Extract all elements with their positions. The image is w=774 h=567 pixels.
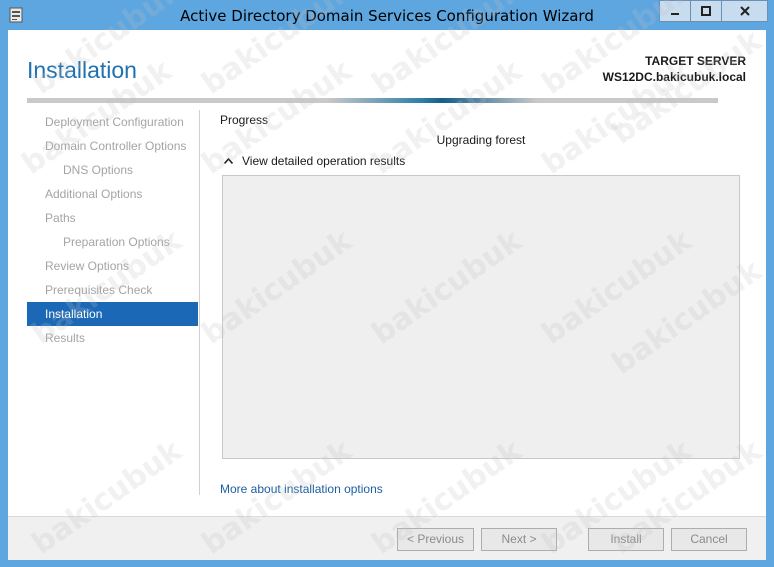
next-button[interactable]: Next > [481, 528, 557, 551]
nav-item-review-options: Review Options [45, 259, 130, 273]
nav-item-paths: Paths [45, 211, 76, 225]
chevron-up-icon [224, 158, 233, 164]
minimize-icon [671, 13, 679, 15]
nav-separator [199, 110, 200, 495]
details-expander-label: View detailed operation results [242, 154, 406, 168]
nav-item-additional-options: Additional Options [45, 187, 143, 201]
maximize-icon [701, 6, 711, 16]
page-title: Installation [27, 57, 137, 83]
close-icon [739, 6, 750, 16]
window-title: Active Directory Domain Services Configu… [180, 7, 594, 25]
nav-item-dns-options: DNS Options [63, 163, 134, 177]
progress-status: Upgrading forest [436, 133, 526, 147]
minimize-button[interactable] [659, 0, 691, 22]
previous-button[interactable]: < Previous [397, 528, 474, 551]
wizard-window: Active Directory Domain Services Configu… [0, 0, 774, 567]
progress-divider [27, 98, 718, 103]
more-installation-options-link[interactable]: More about installation options [220, 482, 383, 496]
progress-glow [327, 98, 537, 103]
operation-results-box[interactable] [222, 175, 740, 459]
title-bar[interactable]: Active Directory Domain Services Configu… [0, 0, 774, 30]
wizard-content: Installation TARGET SERVER WS12DC.bakicu… [8, 30, 766, 560]
wizard-nav: Deployment Configuration Domain Controll… [27, 110, 198, 350]
wizard-footer: < Previous Next > Install Cancel [8, 516, 766, 560]
nav-item-domain-controller-options: Domain Controller Options [45, 139, 187, 153]
nav-item-deployment-configuration: Deployment Configuration [45, 115, 184, 129]
target-server-info: TARGET SERVER WS12DC.bakicubuk.local [603, 53, 746, 85]
maximize-button[interactable] [690, 0, 722, 22]
cancel-button[interactable]: Cancel [671, 528, 747, 551]
details-expander[interactable]: View detailed operation results [224, 154, 405, 168]
nav-item-installation[interactable]: Installation [27, 302, 198, 326]
nav-item-prerequisites-check: Prerequisites Check [45, 283, 153, 297]
progress-heading: Progress [220, 113, 269, 127]
target-server-name: WS12DC.bakicubuk.local [602, 70, 746, 84]
close-button[interactable] [721, 0, 768, 22]
nav-item-preparation-options: Preparation Options [63, 235, 170, 249]
target-server-label: TARGET SERVER [645, 54, 746, 68]
install-button[interactable]: Install [588, 528, 664, 551]
nav-item-results: Results [45, 331, 86, 345]
